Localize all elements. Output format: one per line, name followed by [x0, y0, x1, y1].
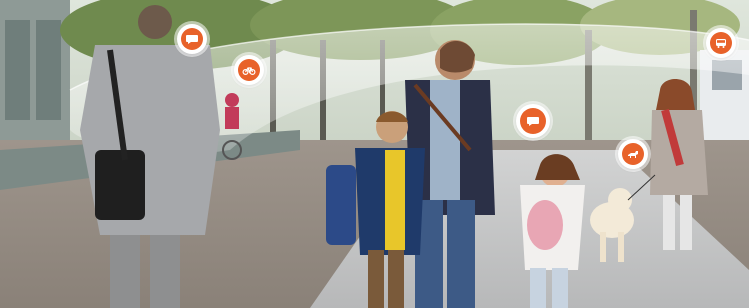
speech-bubble-marker[interactable]: [516, 104, 550, 138]
speech-bubble-marker[interactable]: [177, 24, 207, 54]
bus-marker[interactable]: [706, 28, 736, 58]
speech-bubble-icon: [527, 117, 539, 126]
bicycle-icon: [242, 67, 256, 76]
dog-icon: [628, 151, 638, 158]
bus-icon: [716, 39, 726, 48]
dog-marker[interactable]: [618, 139, 648, 169]
speech-bubble-icon: [186, 35, 198, 44]
street-scene: [0, 0, 749, 308]
bicycle-marker[interactable]: [234, 55, 264, 85]
